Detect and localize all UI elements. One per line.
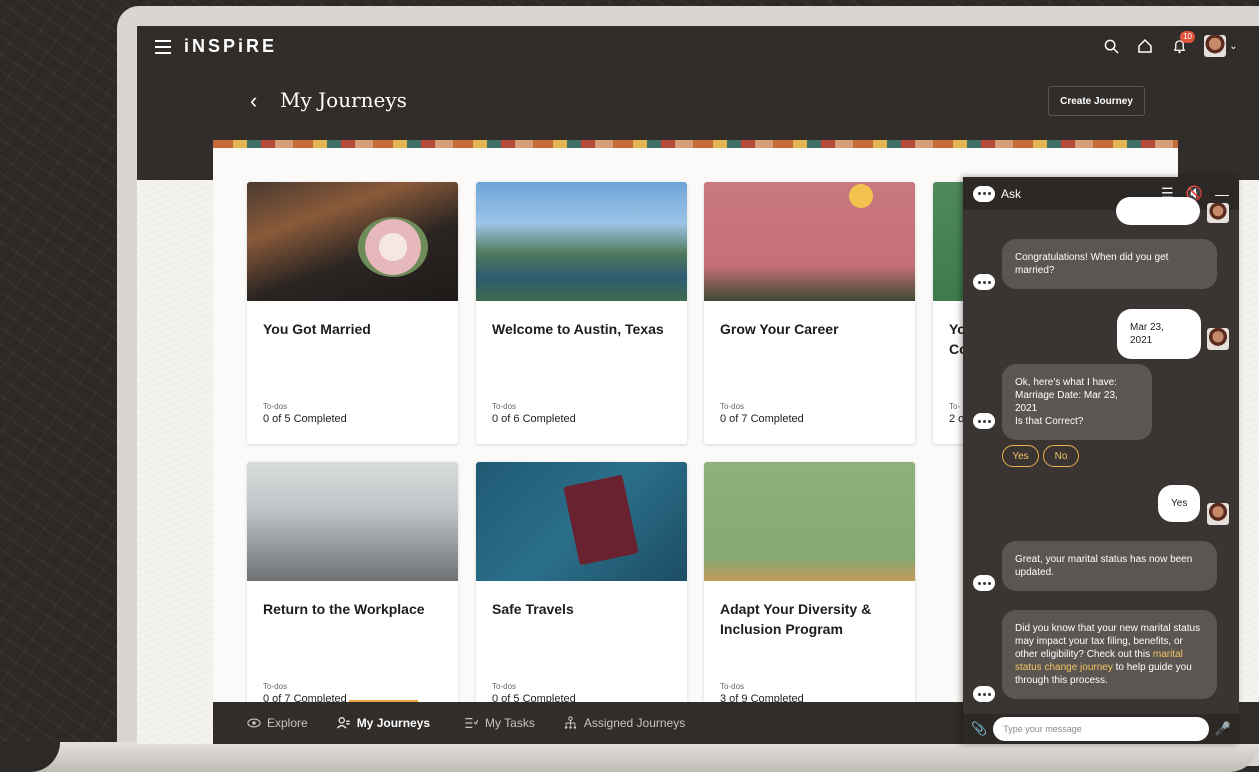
journey-card[interactable]: Grow Your Career To-dos 0 of 7 Completed — [704, 182, 915, 444]
bot-avatar-icon — [973, 575, 995, 591]
card-image — [476, 182, 687, 301]
brand-logo: iNSPiRE — [184, 36, 278, 56]
card-image — [704, 182, 915, 301]
card-title: Safe Travels — [492, 601, 574, 617]
todo-label: To- — [949, 402, 961, 411]
nav-explore[interactable]: Explore — [247, 716, 308, 730]
nav-label: Assigned Journeys — [583, 716, 686, 730]
journey-card[interactable]: Return to the Workplace To-dos 0 of 7 Co… — [247, 462, 458, 724]
home-icon[interactable] — [1135, 36, 1155, 56]
menu-icon[interactable] — [155, 40, 171, 54]
page-title: My Journeys — [280, 88, 407, 112]
todo-label: To-dos — [263, 402, 288, 411]
todo-label: To-dos — [720, 682, 745, 691]
user-avatar — [1207, 503, 1229, 525]
todo-label: To-dos — [492, 682, 517, 691]
chat-bubble-icon — [973, 185, 995, 202]
card-title: Welcome to Austin, Texas — [492, 321, 664, 337]
search-icon[interactable] — [1101, 36, 1121, 56]
eye-icon — [247, 718, 261, 728]
todo-value: 2 o — [949, 413, 965, 425]
user-menu[interactable]: ⌄ — [1203, 35, 1239, 57]
card-image — [247, 462, 458, 581]
nav-label: My Journeys — [356, 716, 431, 730]
tasks-icon — [465, 718, 479, 728]
person-icon — [336, 717, 350, 729]
nav-assigned-journeys[interactable]: Assigned Journeys — [563, 716, 685, 730]
user-message: Mar 23, 2021 — [1117, 309, 1201, 359]
chat-panel: Ask ☰ 🔇 — Congratulations! When did you … — [963, 177, 1239, 744]
bot-avatar-icon — [973, 686, 995, 702]
card-title: Return to the Workplace — [263, 601, 425, 617]
notifications-bell-icon[interactable]: 10 — [1169, 31, 1195, 56]
yes-chip-button[interactable]: Yes — [1002, 445, 1039, 467]
laptop-base — [0, 742, 1259, 772]
chat-message-input[interactable] — [993, 717, 1209, 741]
todo-value: 0 of 7 Completed — [720, 413, 804, 425]
todo-label: To-dos — [263, 682, 288, 691]
todo-label: To-dos — [492, 402, 517, 411]
org-chart-icon — [564, 716, 577, 729]
journey-card[interactable]: Welcome to Austin, Texas To-dos 0 of 6 C… — [476, 182, 687, 444]
nav-label: My Tasks — [485, 716, 535, 730]
user-message: Yes — [1158, 485, 1200, 522]
create-journey-button[interactable]: Create Journey — [1048, 86, 1145, 116]
bot-avatar-icon — [973, 413, 995, 429]
bot-message: Great, your marital status has now been … — [1002, 541, 1217, 591]
decorative-strip — [213, 140, 1178, 148]
card-title: Grow Your Career — [720, 321, 839, 337]
chat-input-row: 📎 🎤 — [963, 714, 1239, 744]
user-message-partial — [1116, 197, 1200, 225]
bot-message-line: Ok, here's what I have: — [1015, 377, 1117, 388]
bot-message-line: Marriage Date: Mar 23, 2021 — [1015, 390, 1118, 414]
card-image — [476, 462, 687, 581]
microphone-icon[interactable]: 🎤 — [1215, 721, 1231, 737]
journey-card[interactable]: Safe Travels To-dos 0 of 5 Completed — [476, 462, 687, 724]
no-chip-button[interactable]: No — [1043, 445, 1079, 467]
back-chevron-icon[interactable]: ‹ — [250, 88, 257, 114]
card-title: You Got Married — [263, 321, 371, 337]
top-icons: 10 ⌄ — [1101, 31, 1239, 57]
card-title: Adapt Your Diversity & Inclusion Program — [720, 601, 872, 637]
user-avatar — [1207, 328, 1229, 350]
bot-message: Congratulations! When did you get marrie… — [1002, 239, 1217, 289]
nav-label: Explore — [267, 716, 308, 730]
bot-message: Ok, here's what I have: Marriage Date: M… — [1002, 364, 1152, 440]
user-avatar — [1207, 203, 1229, 223]
todo-value: 0 of 5 Completed — [263, 413, 347, 425]
todo-value: 0 of 6 Completed — [492, 413, 576, 425]
attach-icon[interactable]: 📎 — [971, 721, 987, 737]
user-avatar — [1204, 35, 1227, 57]
bot-message: Did you know that your new marital statu… — [1002, 610, 1217, 699]
chevron-down-icon: ⌄ — [1229, 40, 1238, 52]
bot-avatar-icon — [973, 274, 995, 290]
nav-my-tasks[interactable]: My Tasks — [464, 716, 535, 730]
notification-badge: 10 — [1180, 31, 1195, 43]
minimize-icon[interactable]: — — [1215, 186, 1229, 202]
card-image — [247, 182, 458, 301]
journey-card[interactable]: You Got Married To-dos 0 of 5 Completed — [247, 182, 458, 444]
todo-label: To-dos — [720, 402, 745, 411]
journey-card[interactable]: Adapt Your Diversity & Inclusion Program… — [704, 462, 915, 724]
bot-message-line: Is that Correct? — [1015, 416, 1084, 427]
nav-my-journeys[interactable]: My Journeys — [336, 716, 436, 730]
card-image — [704, 462, 915, 581]
